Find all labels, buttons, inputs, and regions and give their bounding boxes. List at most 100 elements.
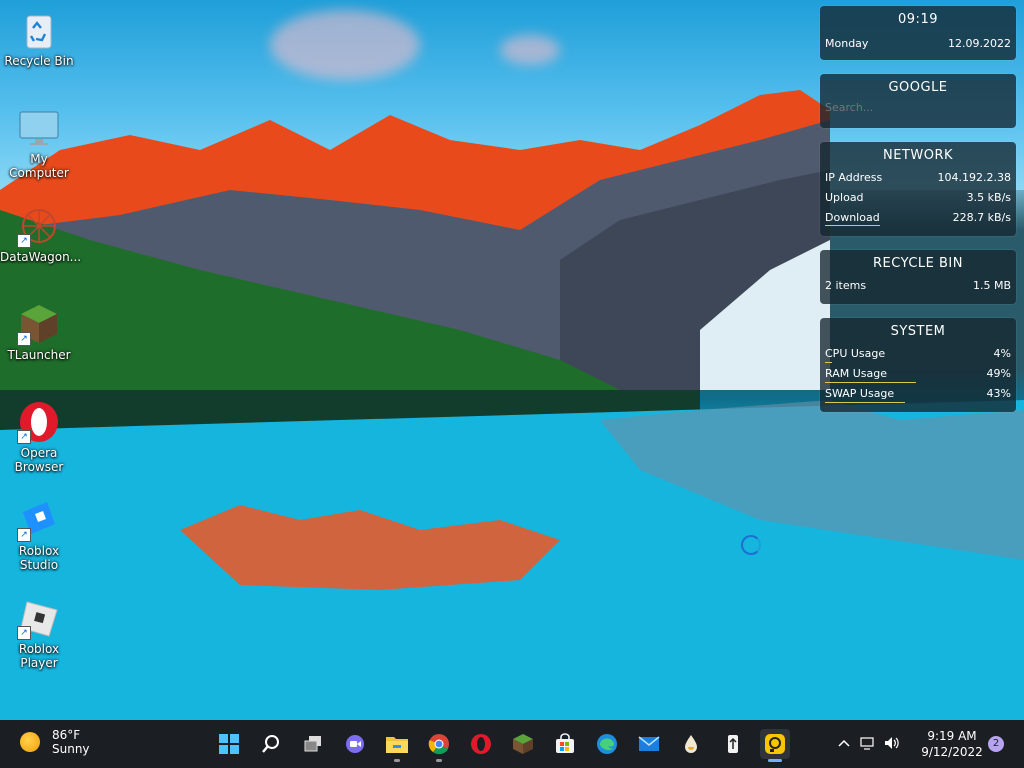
ip-address-label: IP Address — [825, 171, 883, 184]
task-view-button[interactable] — [298, 729, 328, 759]
ram-usage-bar — [825, 382, 916, 383]
ram-usage-label: RAM Usage — [825, 367, 887, 380]
clock-time: 09:19 — [898, 12, 938, 27]
edge-button[interactable] — [592, 729, 622, 759]
system-widget-title: SYSTEM — [890, 324, 946, 339]
chevron-up-icon — [838, 739, 850, 747]
busy-cursor-icon — [741, 535, 761, 555]
desktop-icon-label: Roblox Player — [18, 642, 60, 670]
desktop-icon-opera[interactable]: ↗ Opera Browser — [0, 400, 78, 474]
network-widget-title: NETWORK — [882, 148, 954, 163]
screen-recorder-button[interactable] — [760, 729, 790, 762]
chrome-button[interactable] — [424, 729, 454, 762]
taskbar-clock[interactable]: 9:19 AM 9/12/2022 — [916, 728, 988, 760]
system-widget: SYSTEM CPU Usage 4% RAM Usage 49% SWAP U… — [820, 318, 1016, 412]
taskbar-apps — [208, 720, 796, 768]
show-hidden-icons-button[interactable] — [838, 737, 850, 751]
mail-icon — [638, 736, 660, 751]
download-label: Download — [825, 211, 880, 226]
notification-badge[interactable]: 2 — [988, 736, 1004, 752]
chat-button[interactable] — [340, 729, 370, 759]
store-icon — [556, 733, 574, 753]
cpu-usage-value: 4% — [993, 347, 1011, 360]
folder-icon — [386, 737, 408, 753]
start-button[interactable] — [214, 729, 244, 759]
system-tray — [838, 720, 902, 768]
swap-usage-value: 43% — [986, 387, 1011, 400]
chrome-icon — [428, 734, 449, 755]
shortcut-arrow-icon: ↗ — [17, 626, 31, 640]
taskbar: 86°F Sunny 9:19 AM 9/12/2022 — [0, 720, 1024, 768]
weather-temp: 86°F — [52, 728, 81, 742]
desktop-icon-label: Recycle Bin — [4, 54, 74, 68]
minecraft-button[interactable] — [508, 729, 538, 759]
opera-icon — [471, 734, 491, 754]
grass-block-icon: ↗ — [17, 302, 61, 346]
cpu-usage-label: CPU Usage — [825, 347, 886, 360]
taskbar-date: 9/12/2022 — [921, 745, 983, 759]
recycle-bin-icon — [17, 8, 61, 52]
download-value: 228.7 kB/s — [952, 211, 1011, 224]
cpu-usage-bar — [825, 362, 832, 363]
desktop-icon-label: DataWagon... — [0, 250, 82, 264]
google-search-input[interactable] — [825, 101, 1005, 114]
recycle-bin-widget[interactable]: RECYCLE BIN 2 items 1.5 MB — [820, 250, 1016, 304]
monitor-icon — [17, 106, 61, 150]
network-widget: NETWORK IP Address 104.192.2.38 Upload 3… — [820, 142, 1016, 236]
desktop-icon-recycle-bin[interactable]: Recycle Bin — [0, 8, 78, 68]
mail-button[interactable] — [634, 729, 664, 759]
upload-value: 3.5 kB/s — [966, 191, 1011, 204]
desktop-icon-my-computer[interactable]: My Computer — [0, 106, 78, 180]
taskbar-time: 9:19 AM — [927, 729, 977, 743]
running-indicator — [768, 759, 782, 762]
ram-usage-value: 49% — [986, 367, 1011, 380]
desktop-icon-label: Opera Browser — [14, 446, 64, 474]
usb-app-button[interactable] — [718, 729, 748, 759]
desktop-icon-datawagon[interactable]: ↗ DataWagon... — [0, 204, 82, 264]
droplet-icon — [685, 735, 697, 753]
clock-widget[interactable]: 09:19 Monday 12.09.2022 — [820, 6, 1016, 60]
weather-widget[interactable]: 86°F Sunny — [20, 728, 90, 756]
edge-icon — [597, 734, 617, 754]
desktop-icon-tlauncher[interactable]: ↗ TLauncher — [0, 302, 78, 362]
recycle-item-count: 2 items — [825, 279, 867, 292]
google-widget-title: GOOGLE — [888, 80, 948, 95]
weather-condition: Sunny — [52, 742, 90, 756]
running-indicator — [436, 759, 442, 762]
desktop-icon-roblox-player[interactable]: ↗ Roblox Player — [0, 596, 78, 670]
desktop-icon-label: My Computer — [9, 152, 69, 180]
recycle-size: 1.5 MB — [972, 279, 1011, 292]
search-icon — [262, 735, 279, 753]
opera-taskbar-button[interactable] — [466, 729, 496, 759]
droplet-app-button[interactable] — [676, 729, 706, 759]
shortcut-arrow-icon: ↗ — [17, 430, 31, 444]
speaker-icon — [885, 736, 899, 749]
desktop-icon-roblox-studio[interactable]: ↗ Roblox Studio — [0, 498, 78, 572]
chat-camera-icon — [346, 735, 364, 753]
clock-date: 12.09.2022 — [948, 37, 1011, 50]
shortcut-arrow-icon: ↗ — [17, 332, 31, 346]
search-button[interactable] — [256, 729, 286, 759]
store-button[interactable] — [550, 729, 580, 759]
swap-usage-label: SWAP Usage — [825, 387, 895, 400]
swap-usage-bar — [825, 402, 905, 403]
network-tray-button[interactable] — [860, 736, 876, 753]
roblox-icon: ↗ — [17, 596, 61, 640]
shortcut-arrow-icon: ↗ — [17, 234, 31, 248]
running-indicator — [394, 759, 400, 762]
clock-day: Monday — [825, 37, 869, 50]
volume-tray-button[interactable] — [884, 736, 902, 753]
desktop-icon-label: Roblox Studio — [18, 544, 60, 572]
task-view-icon — [304, 736, 321, 752]
network-icon — [860, 736, 874, 750]
usb-icon — [728, 735, 738, 753]
grass-block-icon — [513, 734, 533, 754]
recorder-icon — [765, 734, 785, 754]
sun-icon — [20, 732, 40, 752]
windows-logo-icon — [219, 734, 239, 754]
recycle-bin-widget-title: RECYCLE BIN — [873, 256, 963, 271]
upload-label: Upload — [825, 191, 864, 204]
opera-icon: ↗ — [17, 400, 61, 444]
desktop-icon-label: TLauncher — [7, 348, 71, 362]
file-explorer-button[interactable] — [382, 729, 412, 762]
